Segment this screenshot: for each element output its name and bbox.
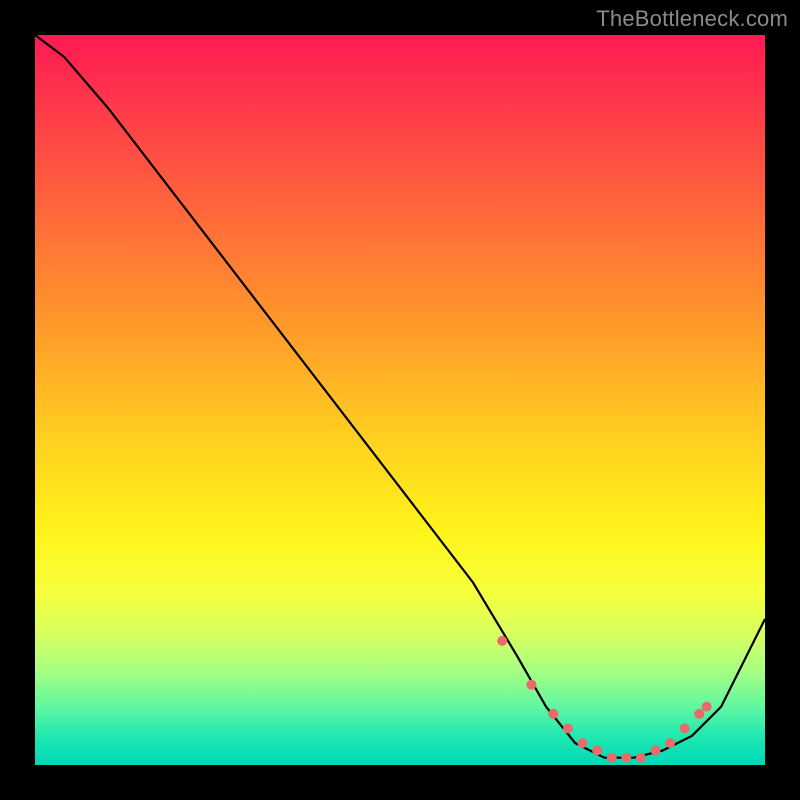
plot-area	[35, 35, 765, 765]
marker-point	[578, 738, 588, 748]
watermark-label: TheBottleneck.com	[596, 6, 788, 32]
marker-point	[636, 753, 646, 763]
marker-point	[548, 709, 558, 719]
marker-point	[563, 724, 573, 734]
marker-point	[621, 753, 631, 763]
curve-layer	[35, 35, 765, 765]
marker-point	[497, 636, 507, 646]
chart-frame: TheBottleneck.com	[0, 0, 800, 800]
marker-point	[694, 709, 704, 719]
marker-point	[665, 738, 675, 748]
marker-point	[592, 745, 602, 755]
marker-point	[607, 753, 617, 763]
marker-point	[651, 745, 661, 755]
marker-point	[526, 680, 536, 690]
marker-group	[497, 636, 711, 763]
bottleneck-curve	[35, 35, 765, 758]
marker-point	[680, 724, 690, 734]
marker-point	[702, 702, 712, 712]
